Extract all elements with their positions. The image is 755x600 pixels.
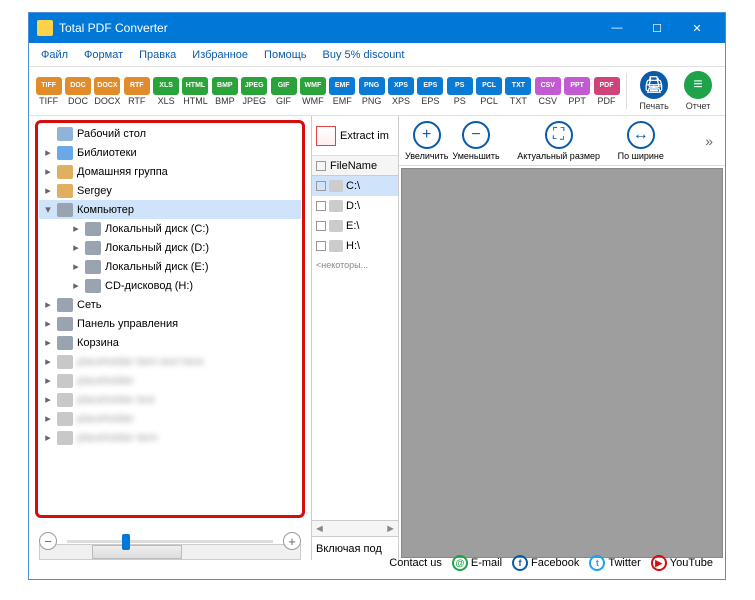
extract-label: Extract im [340, 130, 389, 142]
tree-item[interactable]: ▾Компьютер [39, 200, 301, 219]
print-button[interactable]: 🖨Печать [633, 71, 675, 111]
close-button[interactable]: ✕ [677, 13, 717, 43]
format-eps[interactable]: EPSEPS [417, 77, 444, 106]
row-checkbox[interactable] [316, 241, 326, 251]
zoom-out-button[interactable]: − [39, 532, 57, 550]
menu-help[interactable]: Помощь [258, 46, 313, 64]
folder-tree[interactable]: Рабочий стол▸Библиотеки▸Домашняя группа▸… [39, 124, 301, 514]
tree-item[interactable]: ▸Локальный диск (E:) [39, 257, 301, 276]
more-icon[interactable]: » [705, 133, 719, 149]
slider-track[interactable] [67, 540, 273, 543]
app-icon [37, 20, 53, 36]
tree-item[interactable]: ▸Локальный диск (C:) [39, 219, 301, 238]
format-csv[interactable]: CSVCSV [534, 77, 561, 106]
tree-item[interactable]: ▸placeholder [39, 371, 301, 390]
format-pcl[interactable]: PCLPCL [475, 77, 502, 106]
format-tiff[interactable]: TIFFTIFF [35, 77, 62, 106]
file-row[interactable]: H:\ [312, 236, 398, 256]
row-checkbox[interactable] [316, 201, 326, 211]
format-bmp[interactable]: BMPBMP [211, 77, 238, 106]
format-xps[interactable]: XPSXPS [387, 77, 414, 106]
titlebar: Total PDF Converter — ☐ ✕ [29, 13, 725, 43]
row-checkbox[interactable] [316, 181, 326, 191]
facebook-link[interactable]: fFacebook [512, 555, 579, 571]
tree-item[interactable]: ▸Домашняя группа [39, 162, 301, 181]
format-ppt[interactable]: PPTPPT [563, 77, 590, 106]
contact-label: Contact us [389, 557, 442, 569]
menu-edit[interactable]: Правка [133, 46, 182, 64]
youtube-link[interactable]: ▶YouTube [651, 555, 713, 571]
window-title: Total PDF Converter [59, 21, 597, 35]
row-checkbox[interactable] [316, 221, 326, 231]
tree-item[interactable]: ▸Корзина [39, 333, 301, 352]
format-jpeg[interactable]: JPEGJPEG [241, 77, 268, 106]
file-row[interactable]: C:\ [312, 176, 398, 196]
file-hscrollbar[interactable]: ◄► [312, 520, 398, 536]
slider-knob[interactable] [122, 534, 130, 550]
format-rtf[interactable]: RTFRTF [123, 77, 150, 106]
drive-icon [329, 180, 343, 192]
format-ps[interactable]: PSPS [446, 77, 473, 106]
report-button[interactable]: ≡Отчет [677, 71, 719, 111]
drive-icon [329, 200, 343, 212]
file-toolbar: Extract im [312, 116, 398, 156]
menu-format[interactable]: Формат [78, 46, 129, 64]
zoom-slider: − + [39, 530, 301, 552]
tree-item[interactable]: ▸Панель управления [39, 314, 301, 333]
twitter-link[interactable]: tTwitter [589, 555, 640, 571]
tree-item[interactable]: ▸Сеть [39, 295, 301, 314]
format-xls[interactable]: XLSXLS [152, 77, 179, 106]
tree-item[interactable]: ▸CD-дисковод (H:) [39, 276, 301, 295]
workarea: Рабочий стол▸Библиотеки▸Домашняя группа▸… [29, 116, 725, 560]
tree-item[interactable]: ▸placeholder text [39, 390, 301, 409]
drive-icon [329, 220, 343, 232]
view-toolbar: +Увеличить −Уменьшить ⛶Актуальный размер… [399, 116, 725, 166]
preview-panel: +Увеличить −Уменьшить ⛶Актуальный размер… [399, 116, 725, 560]
file-list-panel: Extract im FileName C:\D:\E:\H:\ <некото… [311, 116, 399, 560]
maximize-button[interactable]: ☐ [637, 13, 677, 43]
zoom-in-btn[interactable]: +Увеличить [405, 121, 448, 161]
menu-favorites[interactable]: Избранное [186, 46, 254, 64]
minimize-button[interactable]: — [597, 13, 637, 43]
format-toolbar: TIFFTIFFDOCDOCDOCXDOCXRTFRTFXLSXLSHTMLHT… [29, 67, 725, 116]
footer: Contact us @E-mail fFacebook tTwitter ▶Y… [389, 555, 713, 571]
tree-item[interactable]: ▸Библиотеки [39, 143, 301, 162]
file-header[interactable]: FileName [312, 156, 398, 176]
tree-item[interactable]: ▸Локальный диск (D:) [39, 238, 301, 257]
format-txt[interactable]: TXTTXT [505, 77, 532, 106]
preview-area [401, 168, 723, 558]
tree-item[interactable]: ▸placeholder item [39, 428, 301, 447]
menubar: Файл Формат Правка Избранное Помощь Buy … [29, 43, 725, 67]
app-window: Total PDF Converter — ☐ ✕ Файл Формат Пр… [28, 12, 726, 580]
select-all-checkbox[interactable] [316, 161, 326, 171]
tree-item[interactable]: ▸placeholder [39, 409, 301, 428]
tree-item[interactable]: ▸placeholder item text here [39, 352, 301, 371]
fit-width-btn[interactable]: ↔По ширине [618, 121, 664, 161]
zoom-in-button[interactable]: + [283, 532, 301, 550]
format-png[interactable]: PNGPNG [358, 77, 385, 106]
extract-icon[interactable] [316, 126, 336, 146]
tree-panel: Рабочий стол▸Библиотеки▸Домашняя группа▸… [29, 116, 311, 560]
format-docx[interactable]: DOCXDOCX [94, 77, 121, 106]
format-emf[interactable]: EMFEMF [329, 77, 356, 106]
tree-root[interactable]: Рабочий стол [39, 124, 301, 143]
format-pdf[interactable]: PDFPDF [593, 77, 620, 106]
email-link[interactable]: @E-mail [452, 555, 502, 571]
format-html[interactable]: HTMLHTML [182, 77, 209, 106]
file-row[interactable]: D:\ [312, 196, 398, 216]
zoom-out-btn[interactable]: −Уменьшить [452, 121, 499, 161]
filename-column: FileName [330, 160, 377, 172]
format-wmf[interactable]: WMFWMF [299, 77, 326, 106]
format-doc[interactable]: DOCDOC [64, 77, 91, 106]
menu-discount[interactable]: Buy 5% discount [317, 46, 411, 64]
actual-size-btn[interactable]: ⛶Актуальный размер [504, 121, 614, 161]
drive-icon [329, 240, 343, 252]
include-subfolders[interactable]: Включая под [312, 536, 398, 560]
file-row[interactable]: E:\ [312, 216, 398, 236]
format-gif[interactable]: GIFGIF [270, 77, 297, 106]
menu-file[interactable]: Файл [35, 46, 74, 64]
tree-item[interactable]: ▸Sergey [39, 181, 301, 200]
truncated-text: <некоторы... [312, 256, 398, 274]
